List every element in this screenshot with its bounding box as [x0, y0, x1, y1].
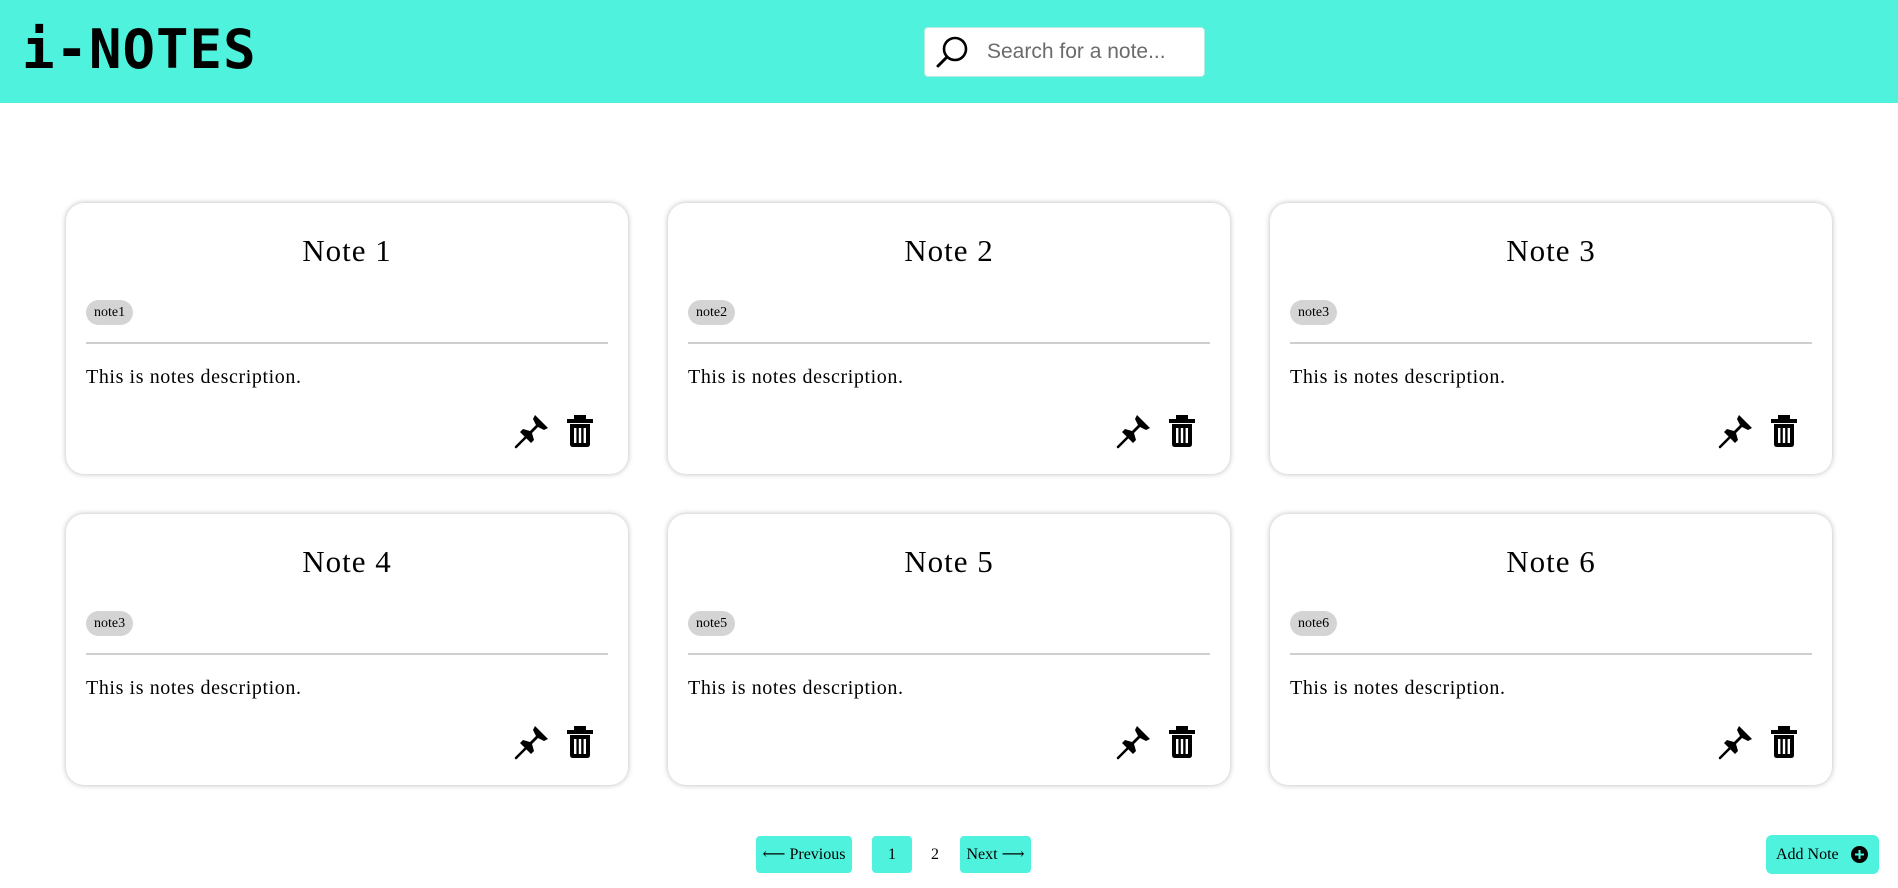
trash-icon[interactable] [1769, 724, 1799, 760]
add-note-button[interactable]: Add Note [1766, 835, 1879, 874]
pushpin-icon[interactable] [514, 724, 550, 760]
note-description: This is notes description. [86, 366, 302, 388]
note-card: Note 5 note5 This is notes description. [668, 514, 1230, 785]
trash-icon[interactable] [1167, 724, 1197, 760]
note-tag: note3 [1290, 300, 1338, 325]
note-card: Note 3 note3 This is notes description. [1270, 203, 1832, 474]
pushpin-icon[interactable] [514, 413, 550, 449]
pushpin-icon[interactable] [1116, 413, 1152, 449]
note-tag: note6 [1290, 611, 1338, 636]
note-divider [1290, 342, 1812, 344]
page-1-button[interactable]: 1 [872, 836, 912, 873]
pushpin-icon[interactable] [1718, 724, 1754, 760]
trash-icon[interactable] [1769, 413, 1799, 449]
plus-circle-icon [1851, 846, 1868, 863]
page-2-link[interactable]: 2 [922, 836, 948, 873]
app-logo[interactable]: i-NOTES [22, 22, 257, 78]
add-note-label: Add Note [1776, 845, 1839, 863]
note-card: Note 4 note3 This is notes description. [66, 514, 628, 785]
note-divider [688, 653, 1210, 655]
note-title: Note 4 [302, 544, 392, 579]
note-divider [86, 342, 608, 344]
previous-page-button[interactable]: ⟵ Previous [756, 836, 852, 873]
note-title: Note 1 [302, 233, 392, 268]
note-divider [86, 653, 608, 655]
search-input[interactable] [987, 40, 1187, 64]
note-description: This is notes description. [1290, 677, 1506, 699]
note-card: Note 6 note6 This is notes description. [1270, 514, 1832, 785]
search-icon[interactable] [933, 32, 973, 72]
note-title: Note 2 [904, 233, 994, 268]
note-tag: note3 [86, 611, 134, 636]
note-description: This is notes description. [688, 677, 904, 699]
trash-icon[interactable] [565, 413, 595, 449]
note-title: Note 6 [1506, 544, 1596, 579]
app-header: i-NOTES [0, 0, 1898, 103]
pushpin-icon[interactable] [1718, 413, 1754, 449]
trash-icon[interactable] [1167, 413, 1197, 449]
note-card: Note 1 note1 This is notes description. [66, 203, 628, 474]
note-tag: note5 [688, 611, 736, 636]
note-divider [1290, 653, 1812, 655]
note-description: This is notes description. [1290, 366, 1506, 388]
note-description: This is notes description. [688, 366, 904, 388]
note-title: Note 5 [904, 544, 994, 579]
search-box[interactable] [924, 27, 1205, 77]
note-tag: note1 [86, 300, 134, 325]
note-divider [688, 342, 1210, 344]
note-card: Note 2 note2 This is notes description. [668, 203, 1230, 474]
trash-icon[interactable] [565, 724, 595, 760]
note-tag: note2 [688, 300, 736, 325]
pushpin-icon[interactable] [1116, 724, 1152, 760]
next-page-button[interactable]: Next ⟶ [960, 836, 1031, 873]
note-description: This is notes description. [86, 677, 302, 699]
note-title: Note 3 [1506, 233, 1596, 268]
